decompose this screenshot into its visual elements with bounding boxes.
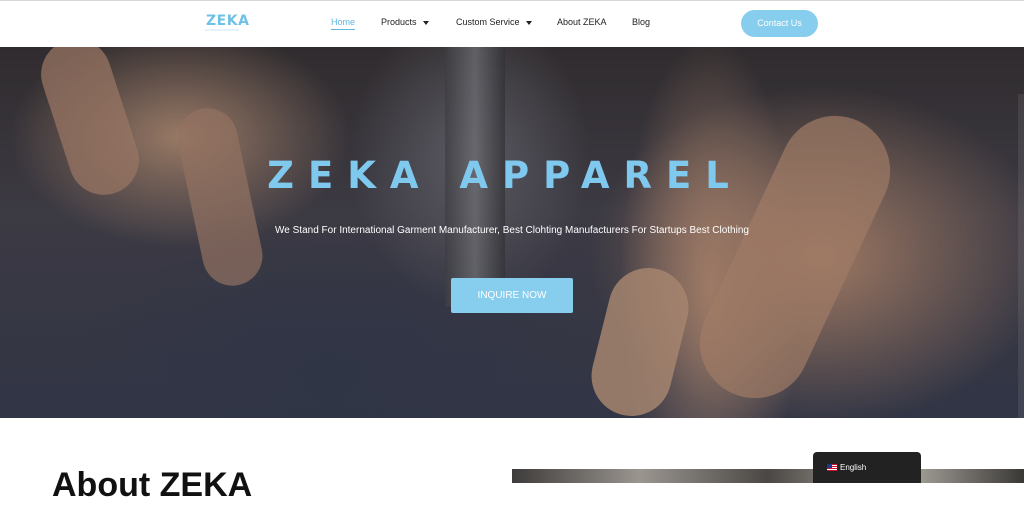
chevron-down-icon (525, 20, 532, 25)
about-image (512, 469, 1024, 483)
scrollbar[interactable] (1018, 94, 1024, 418)
site-header: ZEKA Home Products Custom Service About … (0, 1, 1024, 47)
hero-subtitle: We Stand For International Garment Manuf… (275, 225, 749, 236)
nav-about[interactable]: About ZEKA (557, 17, 607, 27)
nav-custom-service-label: Custom Service (456, 17, 520, 27)
language-label: English (840, 463, 867, 472)
about-heading: About ZEKA (52, 466, 253, 504)
language-switcher[interactable]: English (813, 452, 921, 483)
nav-products-label: Products (381, 17, 417, 27)
nav-blog[interactable]: Blog (632, 17, 650, 27)
nav-home[interactable]: Home (331, 17, 356, 30)
contact-us-button[interactable]: Contact Us (741, 10, 818, 37)
logo-underline (205, 29, 239, 31)
chevron-down-icon (422, 20, 429, 25)
us-flag-icon (827, 464, 837, 471)
nav-products[interactable]: Products (381, 17, 429, 27)
inquire-now-button[interactable]: INQUIRE NOW (451, 278, 573, 313)
hero-title: ZEKA APPAREL (267, 154, 743, 197)
hero-banner: ZEKA APPAREL We Stand For International … (0, 47, 1024, 418)
nav-custom-service[interactable]: Custom Service (456, 17, 532, 27)
site-logo[interactable]: ZEKA (206, 13, 249, 29)
